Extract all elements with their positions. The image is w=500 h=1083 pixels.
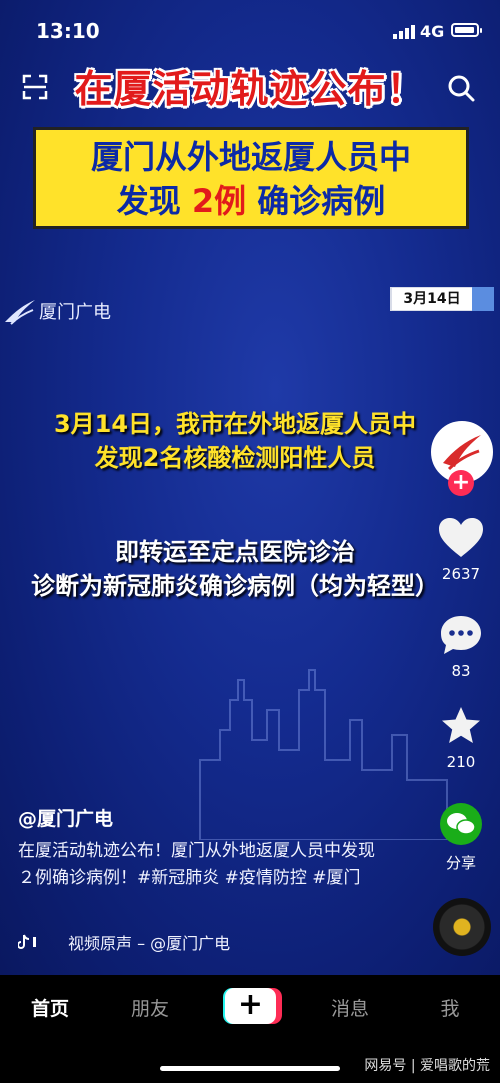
headline-box: 厦门从外地返厦人员中 发现 2例 确诊病例 [33,127,469,229]
headline-box-count: 2例 [191,182,247,220]
music-disc-icon[interactable] [433,898,491,956]
subtitle-white: 即转运至定点医院诊治 诊断为新冠肺炎确诊病例（均为轻型） [0,535,470,603]
date-tag-text: 3月14日 [392,288,472,310]
nav-me[interactable]: 我 [410,994,490,1021]
wechat-icon [440,803,482,845]
star-icon [442,707,480,743]
nav-home[interactable]: 首页 [10,994,90,1021]
create-button-plus: + [225,988,276,1024]
subtitle-yellow: 3月14日，我市在外地返厦人员中 发现2名核酸检测阳性人员 [0,407,470,475]
author-name[interactable]: @厦门广电 [18,804,113,831]
headline-box-line2-pre: 发现 [116,182,192,220]
tiktok-note-icon [18,934,36,949]
subtitle-white-line1: 即转运至定点医院诊治 [115,538,355,566]
nav-messages[interactable]: 消息 [310,994,390,1021]
source-watermark: 网易号 | 爱唱歌的荒 [364,1058,490,1074]
like-button[interactable]: 2637 [431,517,491,583]
battery-icon [451,23,482,37]
network-type: 4G [420,22,445,41]
headline-box-line2-post: 确诊病例 [246,182,386,220]
post-description[interactable]: 在厦活动轨迹公布！厦门从外地返厦人员中发现２例确诊病例！#新冠肺炎 #疫情防控 … [18,838,378,892]
subtitle-yellow-line1: 3月14日，我市在外地返厦人员中 [53,410,417,438]
subtitle-yellow-line2: 发现2名核酸检测阳性人员 [94,444,376,472]
share-button[interactable]: 分享 [431,802,491,873]
heart-icon [439,518,483,557]
broadcaster-logo: 厦门广电 [3,296,111,326]
comment-button[interactable]: 83 [431,614,491,680]
signal-icon [393,25,415,39]
headline-box-line2: 发现 2例 确诊病例 [36,179,466,223]
subtitle-white-line2: 诊断为新冠肺炎确诊病例（均为轻型） [31,572,439,600]
music-info[interactable]: 视频原声 – @厦门广电 [18,930,230,954]
headline-box-line1: 厦门从外地返厦人员中 [90,138,411,176]
like-count: 2637 [441,565,481,583]
broadcaster-logo-icon [5,300,35,325]
music-title: 视频原声 – @厦门广电 [68,934,231,953]
comment-count: 83 [451,662,471,680]
date-tag: 3月14日 [390,287,494,311]
share-label: 分享 [445,854,476,872]
video-headline: 在厦活动轨迹公布！ [74,67,426,111]
status-time: 13:10 [36,19,100,43]
favorite-button[interactable]: 210 [431,705,491,771]
broadcaster-name: 厦门广电 [39,302,111,323]
follow-button[interactable]: + [448,470,474,496]
create-button[interactable]: + [223,988,282,1024]
home-indicator [160,1066,340,1071]
date-tag-accent [472,287,494,311]
nav-friends[interactable]: 朋友 [110,994,190,1021]
status-bar: 13:10 4G [0,0,500,60]
comment-icon [441,616,481,654]
favorite-count: 210 [446,753,476,771]
